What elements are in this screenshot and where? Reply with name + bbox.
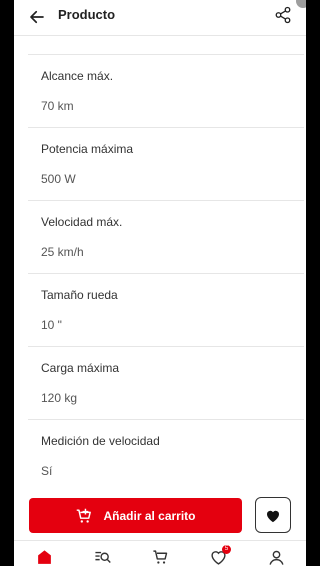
top-bar: Producto: [14, 0, 306, 36]
back-arrow-icon: [30, 10, 44, 24]
share-icon: [275, 6, 291, 24]
app-screen: Producto Kick Scooter Alcance máx. 70 km…: [14, 0, 306, 566]
spec-row: Tamaño rueda 10 ": [28, 273, 304, 346]
spec-value: Sí: [41, 464, 53, 478]
spec-value: 25 km/h: [41, 245, 84, 259]
spec-value: 70 km: [41, 99, 74, 113]
spec-label: Carga máxima: [41, 361, 120, 375]
heart-icon: [267, 510, 279, 522]
spec-row: Alcance máx. 70 km: [28, 54, 304, 127]
page-title: Producto: [58, 7, 116, 22]
spec-row: Carga máxima 120 kg: [28, 346, 304, 419]
spec-row: Velocidad máx. 25 km/h: [28, 200, 304, 273]
add-to-cart-label: Añadir al carrito: [103, 508, 196, 523]
spec-row: Medición de velocidad Sí: [28, 419, 304, 492]
corner-indicator: [296, 0, 306, 8]
wishlist-button[interactable]: [255, 497, 291, 533]
tab-home[interactable]: [34, 547, 54, 566]
cart-icon: [152, 549, 167, 564]
tab-catalog[interactable]: [92, 547, 112, 566]
spec-value: 10 ": [41, 318, 62, 332]
back-button[interactable]: [26, 6, 48, 28]
purchase-bar: Añadir al carrito: [14, 490, 306, 540]
spec-label: Medición de velocidad: [41, 434, 160, 448]
spec-value: 500 W: [41, 172, 76, 186]
search-list-icon: [94, 551, 111, 563]
cart-plus-icon: [77, 508, 92, 523]
tab-cart[interactable]: [150, 547, 170, 566]
user-icon: [268, 550, 284, 565]
spec-label: Alcance máx.: [41, 69, 114, 83]
spec-list: Alcance máx. 70 km Potencia máxima 500 W…: [28, 54, 304, 492]
spec-label: Tamaño rueda: [41, 288, 118, 302]
spec-label: Potencia máxima: [41, 142, 134, 156]
spec-label: Velocidad máx.: [41, 215, 123, 229]
spec-value: 120 kg: [41, 391, 78, 405]
add-to-cart-button[interactable]: Añadir al carrito: [29, 498, 242, 533]
bottom-navigation: 5: [14, 540, 306, 566]
wishlist-count-badge: 5: [222, 545, 231, 554]
share-button[interactable]: [272, 4, 294, 26]
spec-row: Potencia máxima 500 W: [28, 127, 304, 200]
tab-account[interactable]: [266, 547, 286, 566]
home-icon: [37, 549, 51, 564]
